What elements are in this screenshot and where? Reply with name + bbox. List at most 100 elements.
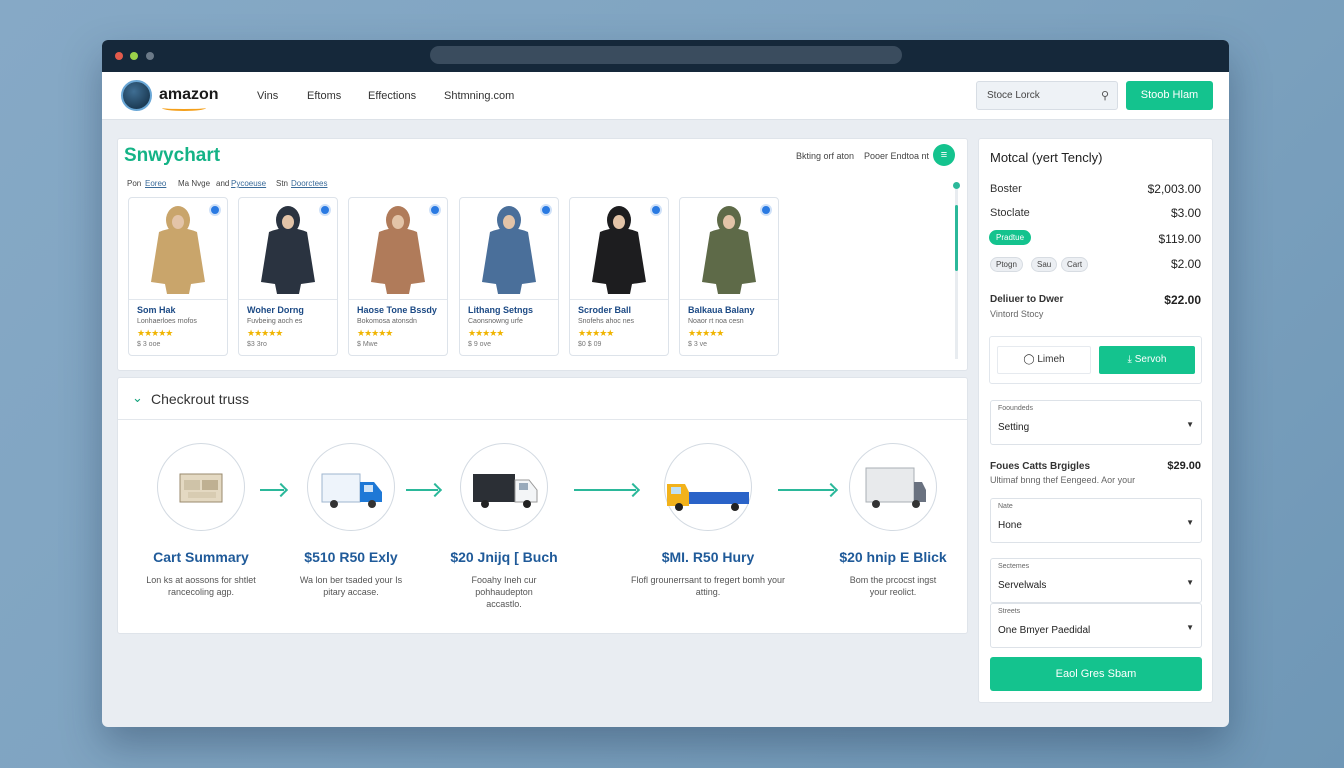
favorite-badge-icon[interactable]	[429, 204, 441, 216]
select-streets[interactable]: Streets One Bmyer Paedidal ▼	[990, 603, 1202, 648]
summary-row-value-4: $2.00	[1170, 257, 1201, 271]
product-pill[interactable]: Pradtue	[989, 230, 1032, 245]
logo-text[interactable]: amazon	[159, 86, 219, 104]
nav-link-2[interactable]: Eftoms	[307, 90, 341, 102]
outline-button-label: Limeh	[1037, 354, 1065, 365]
select-value: Setting	[998, 422, 1030, 433]
upload-icon: ⤓	[1127, 354, 1132, 365]
address-bar[interactable]	[430, 46, 902, 64]
filter-link-5-text[interactable]: Pycoeuse	[231, 179, 266, 188]
filter-link-4[interactable]: and	[216, 179, 229, 188]
filter-link-2-text[interactable]: Eoreo	[145, 179, 166, 188]
product-price: $ 3 ve	[688, 341, 708, 348]
product-desc: Bokomosa atonsdn	[357, 318, 417, 325]
brand-logo-icon[interactable]	[121, 80, 152, 111]
filter-link-3[interactable]: Ma Nvge	[178, 179, 210, 188]
product-card[interactable]: Lithang Setngs Caonsnowng urfe ★★★★★ $ 9 ov…	[459, 197, 559, 356]
products-panel: Snwychart Bkting orf aton Pooer Endtoa n…	[117, 138, 968, 371]
select-nate[interactable]: Nate Hone ▼	[990, 498, 1202, 543]
step-title-4: $MI. R50 Hury	[661, 549, 755, 565]
logo-smile-icon	[162, 105, 206, 111]
fees-label: Foues Catts Brgigles	[990, 461, 1091, 472]
step-title-3: $20 Jnijq [ Buch	[450, 549, 558, 565]
product-name[interactable]: Scroder Ball	[578, 305, 631, 315]
fees-sub: Ultimaf bnng thef Eengeed. Aor your	[990, 475, 1136, 485]
select-value: One Bmyer Paedidal	[998, 625, 1091, 636]
pickup-truck-icon	[664, 443, 752, 531]
favorite-badge-icon[interactable]	[540, 204, 552, 216]
cargo-truck-icon	[849, 443, 937, 531]
chevron-down-icon[interactable]: ⌄	[132, 390, 143, 406]
select-value: Servelwals	[998, 580, 1047, 591]
select-label: Streets	[998, 608, 1021, 615]
checkout-header[interactable]: ⌄ Checkrout truss	[118, 378, 967, 420]
select-label: Nate	[998, 503, 1013, 510]
favorite-badge-icon[interactable]	[760, 204, 772, 216]
panel-header-text-2: Pooer Endtoa nt	[864, 151, 930, 161]
title-bar	[102, 40, 1229, 72]
chevron-down-icon: ▼	[1186, 518, 1194, 527]
close-window-dot[interactable]	[115, 52, 123, 60]
product-name[interactable]: Haose Tone Bssdy	[357, 305, 437, 315]
product-card[interactable]: Haose Tone Bssdy Bokomosa atonsdn ★★★★★ $ M…	[348, 197, 448, 356]
step-arrow-1	[260, 489, 284, 491]
step-title-5: $20 hnip E Blick	[839, 549, 947, 565]
product-name[interactable]: Som Hak	[137, 305, 176, 315]
pill-tag-2[interactable]: Sau	[1031, 257, 1058, 272]
pill-tag-1[interactable]: Ptogn	[990, 257, 1023, 272]
select-value: Hone	[998, 520, 1022, 531]
select-foundeds[interactable]: Fooundeds Setting ▼	[990, 400, 1202, 445]
pill-tag-3[interactable]: Cart	[1061, 257, 1089, 272]
checkout-panel: ⌄ Checkrout truss Cart Summary $510 R50 …	[117, 377, 968, 634]
nav-link-1[interactable]: Vins	[257, 90, 278, 102]
primary-action-button[interactable]: ⤓ Servoh	[1099, 346, 1195, 374]
product-desc: Lonhaerloes rnofos	[137, 318, 197, 325]
favorite-badge-icon[interactable]	[319, 204, 331, 216]
nav-action-button[interactable]: Stoob Hlam	[1126, 81, 1213, 110]
select-sectemes[interactable]: Sectemes Servelwals ▼	[990, 558, 1202, 603]
product-name[interactable]: Balkaua Balany	[688, 305, 755, 315]
summary-title: Motcal (yert Tencly)	[990, 150, 1103, 165]
deliver-label: Deliuer to Dwer	[990, 294, 1064, 305]
product-card[interactable]: Balkaua Balany Noaor rt noa cesn ★★★★★ $ 3 …	[679, 197, 779, 356]
truck-icon	[307, 443, 395, 531]
product-desc: Fuvbeing aoch es	[247, 318, 303, 325]
checkout-submit-button[interactable]: Eaol Gres Sbam	[990, 657, 1202, 691]
scroll-indicator-dot	[953, 182, 960, 189]
product-price: $ 3 ooe	[137, 341, 161, 348]
rating-stars: ★★★★★	[578, 328, 614, 338]
filter-link-5[interactable]: Pycoeuse	[231, 179, 266, 188]
action-buttons-group: ◯ Limeh ⤓ Servoh	[989, 336, 1202, 384]
scrollbar-thumb[interactable]	[955, 205, 958, 271]
filter-toggle-icon[interactable]: ≡	[933, 144, 955, 166]
step-arrow-4	[778, 489, 834, 491]
product-name[interactable]: Lithang Setngs	[468, 305, 533, 315]
minimize-window-dot[interactable]	[130, 52, 138, 60]
filter-link-6[interactable]: Stn	[276, 179, 288, 188]
deliver-value: $22.00	[1164, 293, 1201, 307]
filter-link-7[interactable]: Doorctees	[291, 179, 327, 188]
filter-link-2[interactable]: Eoreo	[145, 179, 166, 188]
product-desc: Snofehs ahoc nes	[578, 318, 635, 325]
product-card[interactable]: Woher Dorng Fuvbeing aoch es ★★★★★ $3 3ro	[238, 197, 338, 356]
outline-action-button[interactable]: ◯ Limeh	[997, 346, 1091, 374]
favorite-badge-icon[interactable]	[650, 204, 662, 216]
step-desc-2: Wa lon ber tsaded your Is pitary accase.	[299, 575, 403, 597]
step-arrow-3	[574, 489, 636, 491]
search-icon[interactable]: ⚲	[1101, 89, 1109, 102]
nav-link-4[interactable]: Shtmning.com	[444, 90, 514, 102]
search-placeholder: Stoce Lorck	[987, 90, 1040, 101]
product-name[interactable]: Woher Dorng	[247, 305, 304, 315]
maximize-window-dot[interactable]	[146, 52, 154, 60]
product-card[interactable]: Som Hak Lonhaerloes rnofos ★★★★★ $ 3 ooe	[128, 197, 228, 356]
panel-header-text: Bkting orf aton	[796, 151, 855, 161]
search-input[interactable]: Stoce Lorck ⚲	[976, 81, 1118, 110]
product-price: $0 $ 09	[578, 341, 602, 348]
step-desc-1: Lon ks at aossons for shtlet rancecoling…	[146, 575, 256, 597]
product-card[interactable]: Scroder Ball Snofehs ahoc nes ★★★★★ $0 $ 09	[569, 197, 669, 356]
filter-link-1[interactable]: Pon	[127, 179, 141, 188]
product-price: $ Mwe	[357, 341, 378, 348]
favorite-badge-icon[interactable]	[209, 204, 221, 216]
filter-link-7-text[interactable]: Doorctees	[291, 179, 327, 188]
nav-link-3[interactable]: Effections	[368, 90, 416, 102]
